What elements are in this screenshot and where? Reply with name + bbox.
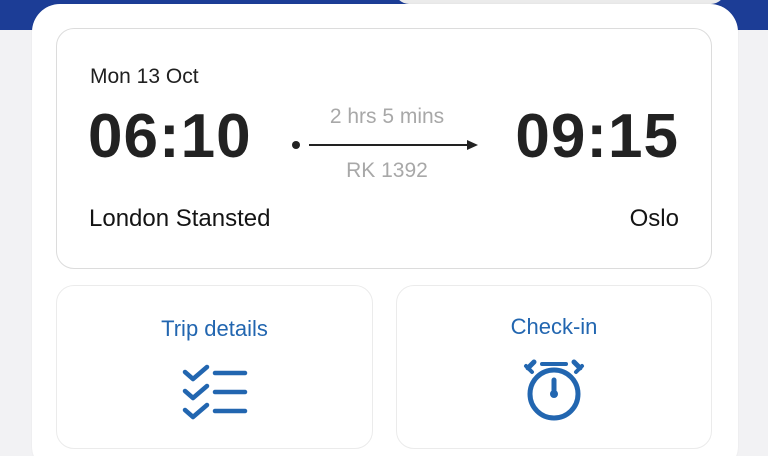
route-arrow-icon xyxy=(292,140,478,150)
arrival-time: 09:15 xyxy=(515,102,679,171)
checklist-icon xyxy=(182,364,247,420)
arrival-city: Oslo xyxy=(629,205,679,232)
trip-details-button[interactable]: Trip details xyxy=(56,285,373,449)
flight-date: Mon 13 Oct xyxy=(90,65,199,88)
check-in-label: Check-in xyxy=(510,314,598,339)
flight-duration: 2 hrs 5 mins xyxy=(329,105,445,128)
flight-number: RK 1392 xyxy=(346,159,428,182)
flight-summary-card[interactable]: Mon 13 Oct 06:10 2 hrs 5 mins RK 1392 09… xyxy=(56,28,712,269)
stopwatch-icon xyxy=(524,359,584,421)
departure-time: 06:10 xyxy=(88,102,252,171)
departure-city: London Stansted xyxy=(89,205,271,232)
check-in-button[interactable]: Check-in xyxy=(396,285,712,449)
trip-details-label: Trip details xyxy=(161,316,268,341)
